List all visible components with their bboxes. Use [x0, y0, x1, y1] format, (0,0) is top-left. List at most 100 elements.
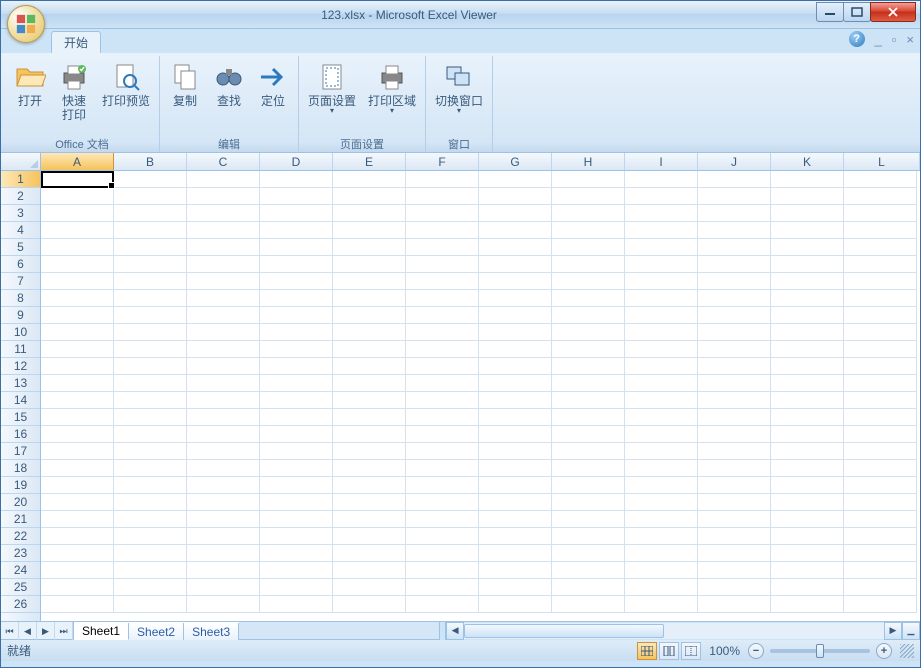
cell[interactable] [698, 477, 771, 494]
cell[interactable] [41, 545, 114, 562]
cell[interactable] [114, 545, 187, 562]
cell[interactable] [41, 494, 114, 511]
cell[interactable] [114, 290, 187, 307]
cell[interactable] [479, 256, 552, 273]
vscroll-split-button[interactable]: ▁ [902, 622, 920, 640]
cell[interactable] [333, 171, 406, 188]
row-header-20[interactable]: 20 [1, 494, 40, 511]
cell[interactable] [41, 171, 114, 188]
row-header-2[interactable]: 2 [1, 188, 40, 205]
cell[interactable] [698, 596, 771, 613]
cell[interactable] [844, 239, 917, 256]
cell[interactable] [771, 205, 844, 222]
cell[interactable] [260, 477, 333, 494]
cell[interactable] [333, 375, 406, 392]
prev-sheet-button[interactable]: ◀ [19, 622, 37, 640]
goto-button[interactable]: 定位 [252, 58, 294, 111]
cell[interactable] [844, 222, 917, 239]
cell[interactable] [552, 409, 625, 426]
cell[interactable] [260, 307, 333, 324]
cell[interactable] [479, 443, 552, 460]
cell[interactable] [333, 358, 406, 375]
cell[interactable] [479, 324, 552, 341]
cell[interactable] [479, 188, 552, 205]
cell[interactable] [844, 477, 917, 494]
cell[interactable] [479, 426, 552, 443]
cell[interactable] [406, 375, 479, 392]
cell[interactable] [479, 494, 552, 511]
cell[interactable] [844, 188, 917, 205]
cell[interactable] [260, 205, 333, 222]
close-button[interactable] [870, 2, 916, 22]
cell[interactable] [552, 579, 625, 596]
cell[interactable] [41, 477, 114, 494]
cell[interactable] [625, 239, 698, 256]
column-header-K[interactable]: K [771, 153, 844, 170]
cell[interactable] [552, 341, 625, 358]
cell[interactable] [698, 494, 771, 511]
cell[interactable] [114, 511, 187, 528]
cell[interactable] [41, 307, 114, 324]
cell[interactable] [844, 545, 917, 562]
cell[interactable] [406, 341, 479, 358]
cell[interactable] [479, 392, 552, 409]
sheet-tab-sheet3[interactable]: Sheet3 [184, 623, 239, 640]
find-button[interactable]: 查找 [208, 58, 250, 111]
cell[interactable] [552, 358, 625, 375]
cell[interactable] [698, 188, 771, 205]
cell[interactable] [844, 494, 917, 511]
cell[interactable] [41, 562, 114, 579]
cell[interactable] [333, 392, 406, 409]
cell[interactable] [41, 324, 114, 341]
row-header-8[interactable]: 8 [1, 290, 40, 307]
ribbon-close-icon[interactable]: × [906, 32, 914, 47]
cell[interactable] [187, 596, 260, 613]
copy-button[interactable]: 复制 [164, 58, 206, 111]
cell[interactable] [260, 460, 333, 477]
cell[interactable] [625, 307, 698, 324]
cell[interactable] [552, 205, 625, 222]
cell[interactable] [114, 307, 187, 324]
cell[interactable] [333, 409, 406, 426]
cell[interactable] [333, 562, 406, 579]
cell[interactable] [625, 188, 698, 205]
cell[interactable] [844, 290, 917, 307]
cell[interactable] [333, 188, 406, 205]
cell[interactable] [406, 290, 479, 307]
cell[interactable] [844, 562, 917, 579]
cell[interactable] [260, 562, 333, 579]
cell[interactable] [406, 239, 479, 256]
cell[interactable] [333, 307, 406, 324]
cell[interactable] [260, 443, 333, 460]
cell[interactable] [552, 528, 625, 545]
cell[interactable] [552, 562, 625, 579]
cell[interactable] [41, 409, 114, 426]
cell[interactable] [187, 494, 260, 511]
cell[interactable] [698, 171, 771, 188]
cell[interactable] [114, 273, 187, 290]
cell[interactable] [114, 409, 187, 426]
cell[interactable] [771, 528, 844, 545]
cell[interactable] [406, 562, 479, 579]
cell[interactable] [114, 171, 187, 188]
cell[interactable] [698, 273, 771, 290]
cell[interactable] [41, 290, 114, 307]
cell[interactable] [479, 375, 552, 392]
cell[interactable] [187, 358, 260, 375]
cell[interactable] [260, 375, 333, 392]
hscroll-thumb[interactable] [464, 624, 664, 638]
cell[interactable] [844, 324, 917, 341]
cell[interactable] [698, 460, 771, 477]
hscroll-right-button[interactable]: ▶ [884, 622, 902, 640]
cell[interactable] [406, 511, 479, 528]
cell[interactable] [41, 205, 114, 222]
cell[interactable] [844, 273, 917, 290]
page-layout-view-button[interactable] [659, 642, 679, 660]
cell[interactable] [552, 188, 625, 205]
cell[interactable] [552, 477, 625, 494]
cell[interactable] [114, 443, 187, 460]
cell[interactable] [41, 273, 114, 290]
cell[interactable] [260, 358, 333, 375]
row-header-14[interactable]: 14 [1, 392, 40, 409]
cell[interactable] [333, 239, 406, 256]
